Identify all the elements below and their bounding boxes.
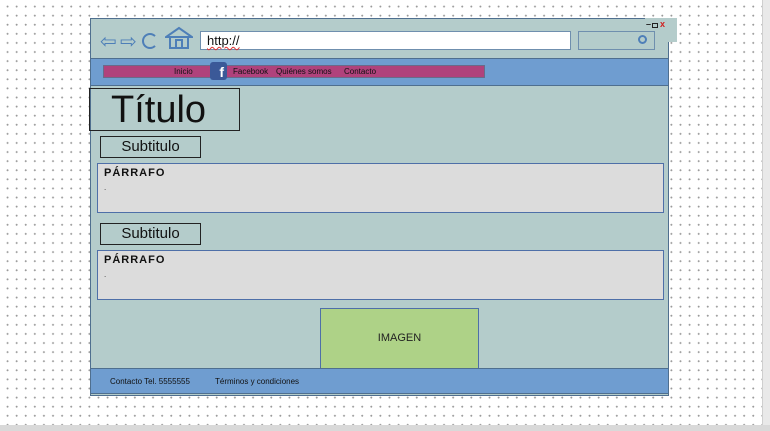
minimize-button[interactable]: – <box>646 19 651 29</box>
paragraph-text: . <box>104 270 107 279</box>
footer-terms-link[interactable]: Términos y condiciones <box>215 376 299 387</box>
paragraph-label: PÁRRAFO <box>104 167 166 179</box>
nav-item-facebook[interactable]: Facebook <box>233 66 268 77</box>
paragraph-block: PÁRRAFO . <box>97 163 664 213</box>
close-button[interactable]: x <box>660 19 665 29</box>
paragraph-block: PÁRRAFO . <box>97 250 664 300</box>
nav-item-contacto[interactable]: Contacto <box>344 66 376 77</box>
image-placeholder: IMAGEN <box>320 308 479 369</box>
facebook-icon[interactable]: f <box>210 62 227 80</box>
nav-item-quienes-somos[interactable]: Quiénes somos <box>276 66 332 77</box>
forward-arrow-icon[interactable]: ⇨ <box>120 29 137 54</box>
section-subtitle: Subtitulo <box>100 223 201 245</box>
maximize-button[interactable] <box>652 23 658 28</box>
reload-icon[interactable] <box>142 33 158 49</box>
home-icon[interactable] <box>162 26 196 55</box>
nav-item-inicio[interactable]: Inicio <box>174 66 193 77</box>
url-text: http:// <box>207 33 240 48</box>
canvas-edge-right <box>762 0 770 431</box>
canvas-edge-bottom <box>0 425 770 431</box>
back-arrow-icon[interactable]: ⇦ <box>100 29 117 54</box>
paragraph-text: . <box>104 183 107 192</box>
footer-contact: Contacto Tel. 5555555 <box>110 377 190 386</box>
search-icon[interactable] <box>638 35 647 44</box>
page-title: Título <box>89 88 240 131</box>
url-input[interactable]: http:// <box>200 31 571 50</box>
paragraph-label: PÁRRAFO <box>104 254 166 266</box>
section-subtitle: Subtitulo <box>100 136 201 158</box>
